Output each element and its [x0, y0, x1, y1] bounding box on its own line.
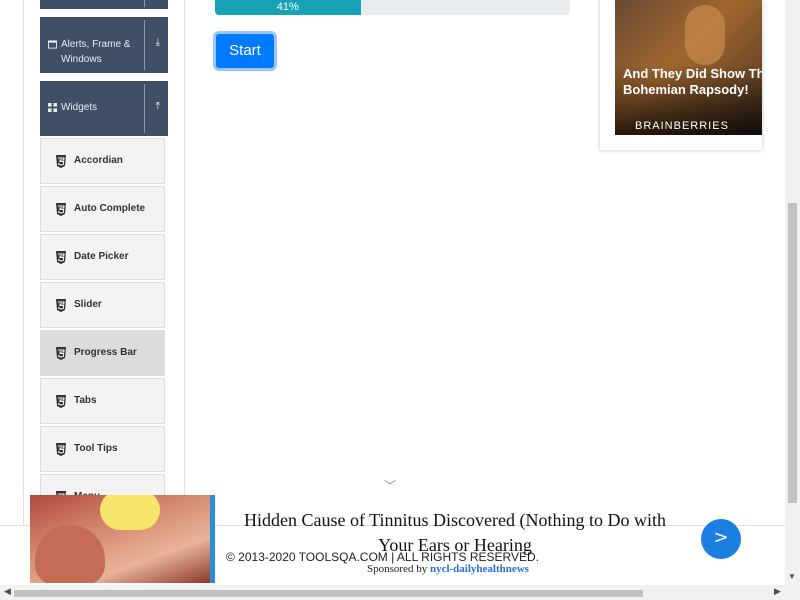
banner-accent-bar: [210, 495, 215, 583]
banner-headline[interactable]: Hidden Cause of Tinnitus Discovered (Not…: [230, 508, 680, 558]
sidebar-item-label: Auto Complete: [74, 203, 146, 214]
html5-icon: [56, 251, 66, 264]
sidebar-item-progress-bar[interactable]: Progress Bar: [40, 330, 165, 376]
sidebar-group-widgets[interactable]: Widgets ⤒: [40, 81, 168, 136]
progress-bar: 41%: [215, 0, 570, 15]
banner-image[interactable]: [30, 495, 210, 583]
horizontal-scrollbar[interactable]: ◀ ▶: [0, 585, 800, 600]
scroll-right-arrow-icon[interactable]: ▶: [774, 586, 781, 597]
sidebar-group-partial[interactable]: [40, 0, 168, 9]
scroll-thumb[interactable]: [788, 203, 797, 503]
sidebar-item-label: Progress Bar: [74, 347, 137, 358]
scroll-down-arrow-icon[interactable]: ▼: [788, 572, 796, 581]
banner-next-button[interactable]: >: [701, 519, 741, 559]
sponsored-prefix: Sponsored by: [367, 563, 428, 575]
chevron-up-icon[interactable]: ⤒: [156, 101, 160, 112]
html5-icon: [56, 443, 66, 456]
html5-icon: [56, 395, 66, 408]
html5-icon: [56, 203, 66, 216]
ad-card[interactable]: And They Did Show This Bohemian Rapsody!…: [600, 0, 762, 150]
ad-title[interactable]: And They Did Show This Bohemian Rapsody!: [623, 66, 762, 98]
group-label: Alerts, Frame & Windows: [61, 39, 131, 65]
start-button[interactable]: Start: [213, 31, 277, 71]
html5-icon: [56, 155, 66, 168]
sidebar-item-label: Slider: [74, 299, 102, 310]
html5-icon: [56, 347, 66, 360]
sidebar-item-accordian[interactable]: Accordian: [40, 138, 165, 184]
sidebar-group-alerts-frame-windows[interactable]: Alerts, Frame & Windows ⤓: [40, 17, 168, 73]
sponsor-link[interactable]: nycl-dailyhealthnews: [430, 563, 529, 575]
chevron-down-icon[interactable]: ﹀: [384, 477, 396, 494]
sidebar-item-date-picker[interactable]: Date Picker: [40, 234, 165, 280]
sidebar-item-slider[interactable]: Slider: [40, 282, 165, 328]
progress-fill: 41%: [215, 0, 361, 15]
sidebar-item-label: Date Picker: [74, 251, 129, 262]
html5-icon: [56, 299, 66, 312]
group-separator: [144, 0, 145, 7]
group-separator: [144, 20, 145, 70]
ad-source: BRAINBERRIES: [635, 120, 729, 132]
scroll-left-arrow-icon[interactable]: ◀: [4, 586, 11, 597]
widgets-icon: [48, 103, 57, 112]
sidebar-item-label: Tabs: [74, 395, 97, 406]
sidebar-item-label: Tool Tips: [74, 443, 118, 454]
scroll-thumb[interactable]: [14, 590, 643, 597]
banner-sponsor: Sponsored by nycl-dailyhealthnews: [367, 563, 529, 575]
sidebar-item-auto-complete[interactable]: Auto Complete: [40, 186, 165, 232]
sidebar-item-label: Accordian: [74, 155, 123, 166]
vertical-scrollbar[interactable]: ▼: [785, 0, 800, 585]
chevron-down-icon[interactable]: ⤓: [156, 37, 160, 48]
window-icon: [48, 40, 57, 49]
sidebar-item-tabs[interactable]: Tabs: [40, 378, 165, 424]
sidebar-item-tool-tips[interactable]: Tool Tips: [40, 426, 165, 472]
group-label: Widgets: [61, 102, 98, 113]
page: Alerts, Frame & Windows ⤓ Widgets ⤒ Acco…: [0, 0, 800, 600]
group-separator: [144, 84, 145, 133]
